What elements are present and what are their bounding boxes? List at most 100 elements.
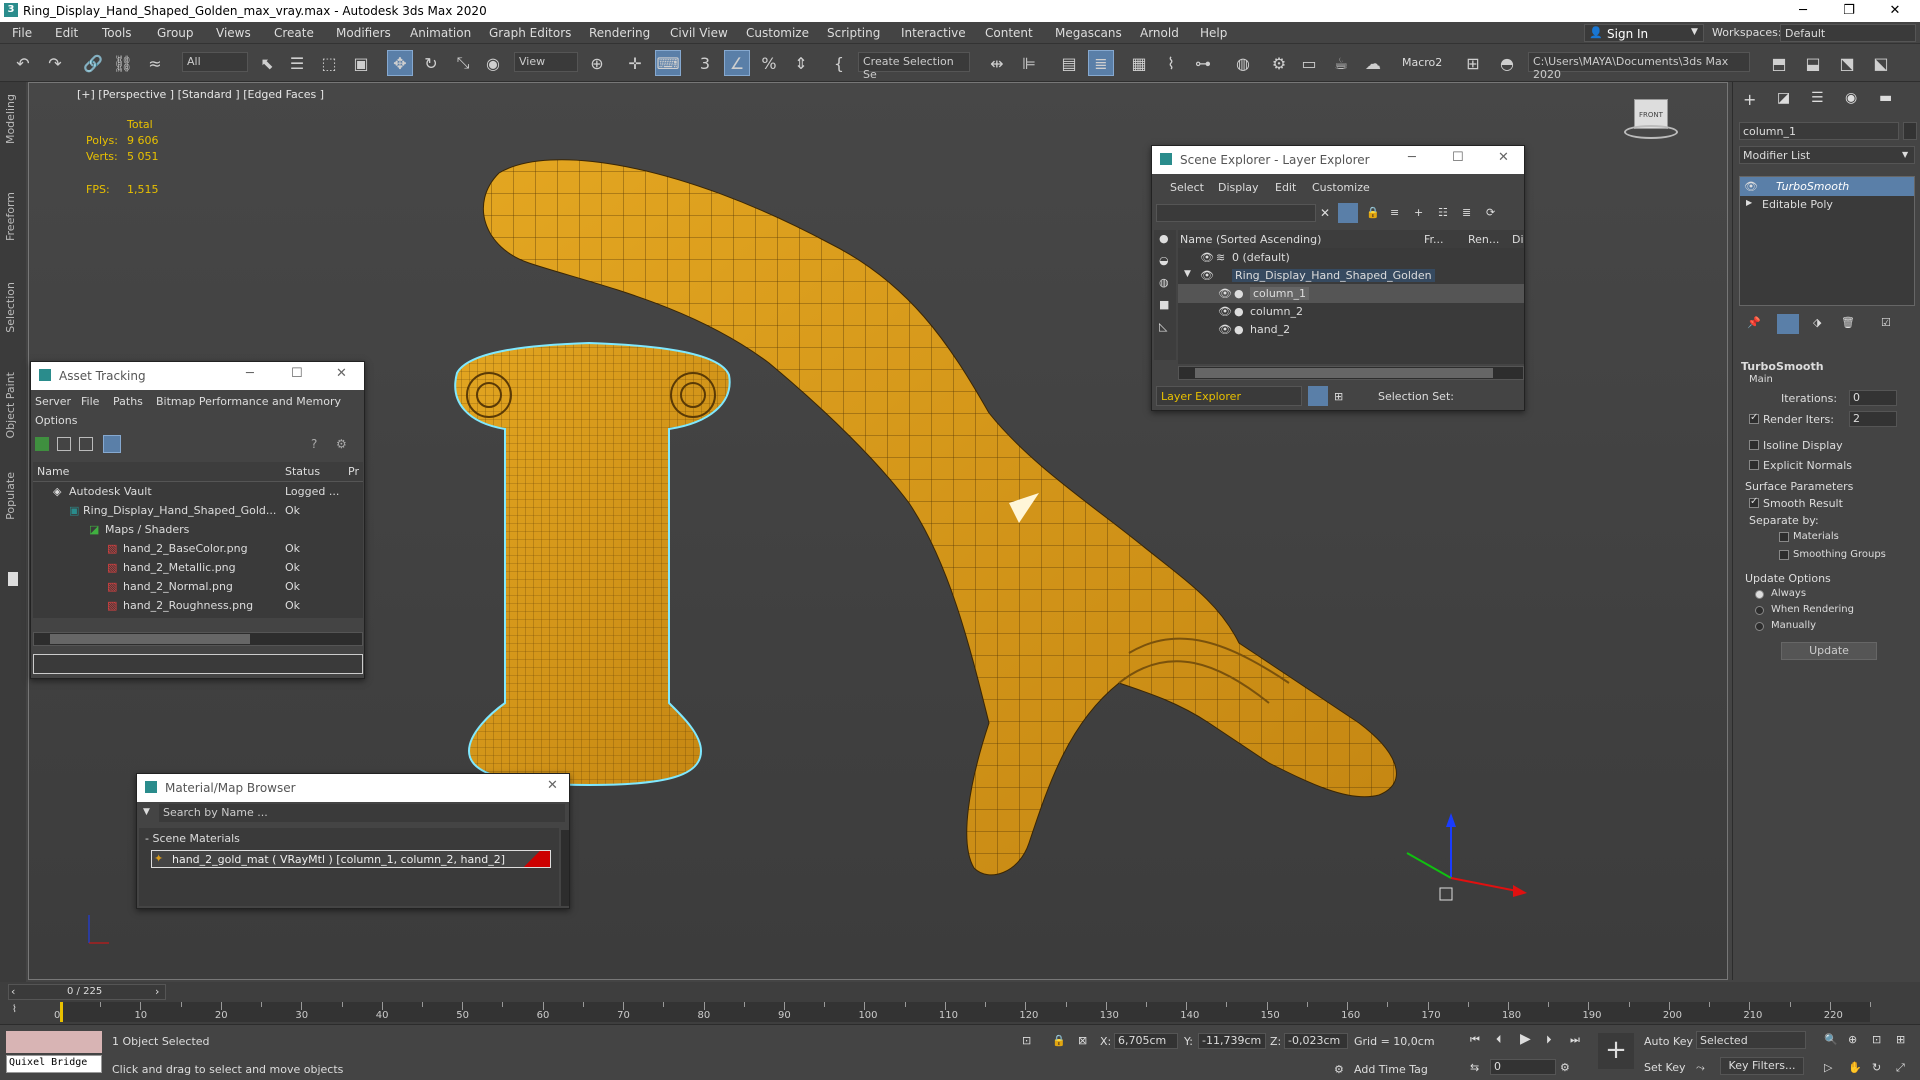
display-lights-icon[interactable]: ◍ [1159,276,1169,289]
explorer-col-display[interactable]: Di [1512,233,1524,246]
column-model[interactable] [454,341,731,787]
help-icon[interactable]: ? [311,437,325,451]
absolute-mode-icon[interactable]: ⊠ [1078,1034,1087,1047]
explorer-col-render[interactable]: Ren... [1468,233,1499,246]
iterations-spinner[interactable]: 0 [1849,390,1897,406]
list-item[interactable]: ▼ 👁 Ring_Display_Hand_Shaped_Golden [1178,266,1524,285]
asset-menu-paths[interactable]: Paths [113,395,143,408]
layers-stack-icon[interactable]: ≣ [1462,206,1471,219]
modify-tab-icon[interactable]: ◪ [1777,90,1790,106]
toolbar-extra-3-icon[interactable]: ⬔ [1834,50,1860,76]
link-icon[interactable]: 🔗 [80,50,106,76]
asset-path-field[interactable] [33,654,363,674]
motion-tab-icon[interactable]: ◉ [1845,90,1857,106]
material-vertical-scrollbar[interactable] [561,830,569,906]
eye-icon[interactable]: 👁 [1744,180,1758,193]
rotate-icon[interactable]: ↻ [418,50,444,76]
table-row[interactable]: ▧ hand_2_Normal.png Ok [33,577,363,596]
asset-menu-server[interactable]: Server [35,395,71,408]
explorer-horizontal-scrollbar[interactable] [1178,366,1524,380]
smoothing-groups-checkbox[interactable] [1779,550,1789,560]
pan-icon[interactable]: ✋ [1848,1061,1862,1074]
create-tab-icon[interactable]: + [1743,90,1756,109]
eye-icon[interactable]: 👁 [1218,287,1232,300]
render-iters-spinner[interactable]: 2 [1849,411,1897,427]
chevron-right-icon[interactable]: › [155,985,159,998]
project-folder-icon[interactable]: ◓ [1494,50,1520,76]
material-item[interactable]: ✦ hand_2_gold_mat ( VRayMtl ) [column_1,… [151,850,551,868]
display-helpers-icon[interactable]: ◺ [1159,320,1167,333]
material-search-input[interactable]: Search by Name ... [159,804,565,822]
table-row[interactable]: ▧ hand_2_Metallic.png Ok [33,558,363,577]
undo-icon[interactable]: ↶ [10,50,36,76]
explorer-type-dropdown[interactable]: Layer Explorer [1156,386,1302,406]
object-color-swatch[interactable] [1903,122,1917,140]
maximize-viewport-icon[interactable]: ⤢ [1896,1061,1905,1075]
play-icon[interactable]: ▶ [1520,1031,1531,1047]
selection-filter-dropdown[interactable]: All [182,52,248,72]
move-icon[interactable]: ✥ [387,50,413,76]
render-icon[interactable]: ☕ [1328,50,1354,76]
goto-end-icon[interactable]: ⏭ [1570,1033,1580,1047]
fov-icon[interactable]: ▷ [1824,1061,1832,1074]
eye-icon[interactable]: 👁 [1200,269,1214,282]
menu-create[interactable]: Create [274,26,314,40]
pin-stack-icon[interactable]: 📌 [1747,316,1761,329]
zoom-extents-all-icon[interactable]: ⊞ [1896,1033,1905,1046]
select-object-icon[interactable]: ⬉ [254,50,280,76]
tree-view-icon[interactable] [79,437,93,451]
add-to-layer-icon[interactable]: + [1414,206,1423,219]
minimize-icon[interactable]: ─ [246,366,254,381]
smooth-result-checkbox[interactable] [1749,496,1759,508]
quixel-bridge-field[interactable]: Quixel Bridge [6,1055,102,1073]
menu-tools[interactable]: Tools [102,26,132,40]
placement-icon[interactable]: ◉ [480,50,506,76]
list-item[interactable]: ▶ Editable Poly [1740,195,1914,214]
toolbar-extra-1-icon[interactable]: ⬒ [1766,50,1792,76]
layers-toggle-icon[interactable] [1308,386,1328,406]
scrollbar-thumb[interactable] [50,634,250,644]
expand-arrow-icon[interactable]: ▶ [1746,198,1752,207]
viewcube-ring[interactable] [1624,125,1678,139]
menu-content[interactable]: Content [985,26,1033,40]
zoom-extents-icon[interactable]: ⊡ [1872,1033,1881,1046]
render-setup-icon[interactable]: ⚙ [1266,50,1292,76]
align-icon[interactable]: ⊫ [1016,50,1042,76]
clear-search-icon[interactable]: ✕ [1320,206,1330,220]
selection-lock-icon[interactable]: 🔒 [1052,1034,1066,1047]
list-item[interactable]: 👁 ● hand_2 [1178,320,1524,339]
minimize-icon[interactable]: ─ [1408,150,1416,165]
redo-icon[interactable]: ↷ [42,50,68,76]
menu-help[interactable]: Help [1200,26,1227,40]
y-coord-field[interactable]: -11,739cm [1198,1033,1266,1049]
sign-in-dropdown[interactable]: 👤 Sign In ▼ [1584,24,1704,42]
curve-editor-icon[interactable]: ⌇ [1158,50,1184,76]
spinner-snap-icon[interactable]: ⇕ [788,50,814,76]
always-radio[interactable] [1755,590,1764,599]
workspace-dropdown[interactable]: Default [1780,24,1916,42]
macro-label[interactable]: Macro2 [1402,56,1442,69]
set-key-icon[interactable]: + [1598,1033,1634,1069]
asset-col-pr[interactable]: Pr [348,465,359,478]
goto-start-icon[interactable]: ⏮ [1470,1033,1480,1047]
menu-civil-view[interactable]: Civil View [670,26,728,40]
timeline-track[interactable]: 0 10 20 30 40 50 60 70 80 90 100 110 120 130 140 150 160… [54,1002,1871,1022]
asset-col-name[interactable]: Name [37,465,69,478]
menu-group[interactable]: Group [157,26,194,40]
asset-horizontal-scrollbar[interactable] [33,632,363,646]
display-tab-icon[interactable]: ▬ [1879,90,1892,106]
isoline-checkbox[interactable] [1749,440,1759,450]
when-rendering-radio[interactable] [1755,606,1764,615]
materials-checkbox[interactable] [1779,532,1789,542]
x-coord-field[interactable]: 6,705cm [1114,1033,1178,1049]
lock-icon[interactable]: 🔒 [1366,206,1380,219]
grid-toggle-icon[interactable]: ⊞ [1460,50,1486,76]
time-slider[interactable]: ‹ 0 / 225 › [8,984,166,1000]
explorer-col-freeze[interactable]: Fr... [1424,233,1444,246]
menu-scripting[interactable]: Scripting [827,26,880,40]
window-crossing-icon[interactable]: ▣ [348,50,374,76]
rollout-title[interactable]: TurboSmooth [1741,360,1824,373]
table-row[interactable]: ◪ Maps / Shaders [33,520,363,539]
ribbon-toggle-icon[interactable] [8,572,18,586]
settings-icon[interactable]: ⚙ [336,437,350,451]
